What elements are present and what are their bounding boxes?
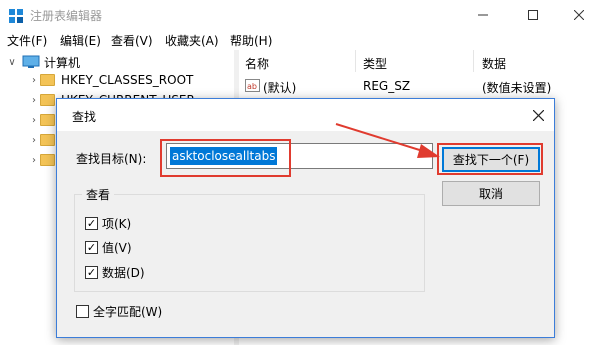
dialog-title: 查找 — [72, 110, 97, 124]
menu-file[interactable]: 文件(F) — [7, 32, 47, 49]
folder-icon — [40, 94, 55, 106]
find-dialog: 查找 查找目标(N): asktoclosealltabs 查找下一个(F) 取… — [56, 98, 555, 338]
expanded-chevron-icon[interactable]: ∨ — [6, 57, 18, 68]
minimize-button[interactable] — [460, 0, 506, 30]
menu-bar: 文件(F) 编辑(E) 查看(V) 收藏夹(A) 帮助(H) — [0, 30, 602, 50]
checkbox-values-label: 值(V) — [102, 241, 132, 255]
folder-icon — [40, 134, 55, 146]
find-what-label: 查找目标(N): — [76, 152, 147, 166]
window-title: 注册表编辑器 — [30, 9, 103, 23]
value-name: (默认) — [263, 81, 297, 95]
checkbox-unchecked-icon[interactable] — [76, 305, 89, 318]
tree-item-hkcr[interactable]: › HKEY_CLASSES_ROOT — [28, 70, 193, 90]
tree-item-computer[interactable]: ∨ 计算机 — [6, 52, 80, 72]
registry-app-icon — [9, 9, 23, 23]
annotation-highlight-input — [160, 139, 291, 177]
collapsed-chevron-icon[interactable]: › — [28, 115, 40, 126]
collapsed-chevron-icon[interactable]: › — [28, 75, 40, 86]
title-bar: 注册表编辑器 — [0, 0, 602, 30]
column-divider[interactable] — [473, 50, 474, 72]
checkbox-match-whole-label: 全字匹配(W) — [93, 305, 163, 319]
column-divider[interactable] — [355, 50, 356, 72]
close-icon — [532, 109, 544, 121]
close-window-button[interactable] — [556, 0, 602, 30]
folder-icon — [40, 74, 55, 86]
column-header-type[interactable]: 类型 — [363, 55, 387, 72]
checkbox-checked-icon[interactable]: ✓ — [85, 266, 98, 279]
checkbox-values[interactable]: ✓ 值(V) — [85, 239, 132, 256]
annotation-highlight-button — [437, 143, 543, 175]
svg-text:ab: ab — [247, 82, 257, 91]
collapsed-chevron-icon[interactable]: › — [28, 135, 40, 146]
checkbox-keys-label: 项(K) — [102, 217, 132, 231]
look-at-group-title: 查看 — [82, 186, 115, 203]
checkbox-checked-icon[interactable]: ✓ — [85, 217, 98, 230]
value-data: (数值未设置) — [482, 81, 552, 95]
menu-favorites[interactable]: 收藏夹(A) — [165, 32, 219, 49]
minimize-icon — [478, 14, 488, 16]
maximize-icon — [528, 10, 538, 20]
maximize-button[interactable] — [510, 0, 556, 30]
checkbox-data-label: 数据(D) — [102, 266, 145, 280]
cancel-button[interactable]: 取消 — [442, 181, 540, 206]
folder-icon — [40, 114, 55, 126]
column-header-name[interactable]: 名称 — [245, 55, 269, 72]
tree-label-computer: 计算机 — [44, 55, 81, 70]
checkbox-match-whole[interactable]: 全字匹配(W) — [76, 303, 162, 320]
menu-edit[interactable]: 编辑(E) — [60, 32, 101, 49]
tree-label-hkcr: HKEY_CLASSES_ROOT — [61, 73, 194, 87]
checkbox-data[interactable]: ✓ 数据(D) — [85, 264, 145, 281]
close-icon — [574, 10, 584, 20]
dialog-title-bar: 查找 — [57, 99, 554, 131]
collapsed-chevron-icon[interactable]: › — [28, 95, 40, 106]
checkbox-checked-icon[interactable]: ✓ — [85, 241, 98, 254]
menu-view[interactable]: 查看(V) — [111, 32, 153, 49]
string-value-icon: ab — [245, 79, 260, 92]
column-header-data[interactable]: 数据 — [482, 55, 506, 72]
checkbox-keys[interactable]: ✓ 项(K) — [85, 215, 131, 232]
dialog-close-button[interactable] — [522, 99, 554, 131]
folder-icon — [40, 154, 55, 166]
value-type: REG_SZ — [363, 79, 411, 93]
computer-icon — [22, 55, 40, 68]
collapsed-chevron-icon[interactable]: › — [28, 155, 40, 166]
menu-help[interactable]: 帮助(H) — [230, 32, 272, 49]
